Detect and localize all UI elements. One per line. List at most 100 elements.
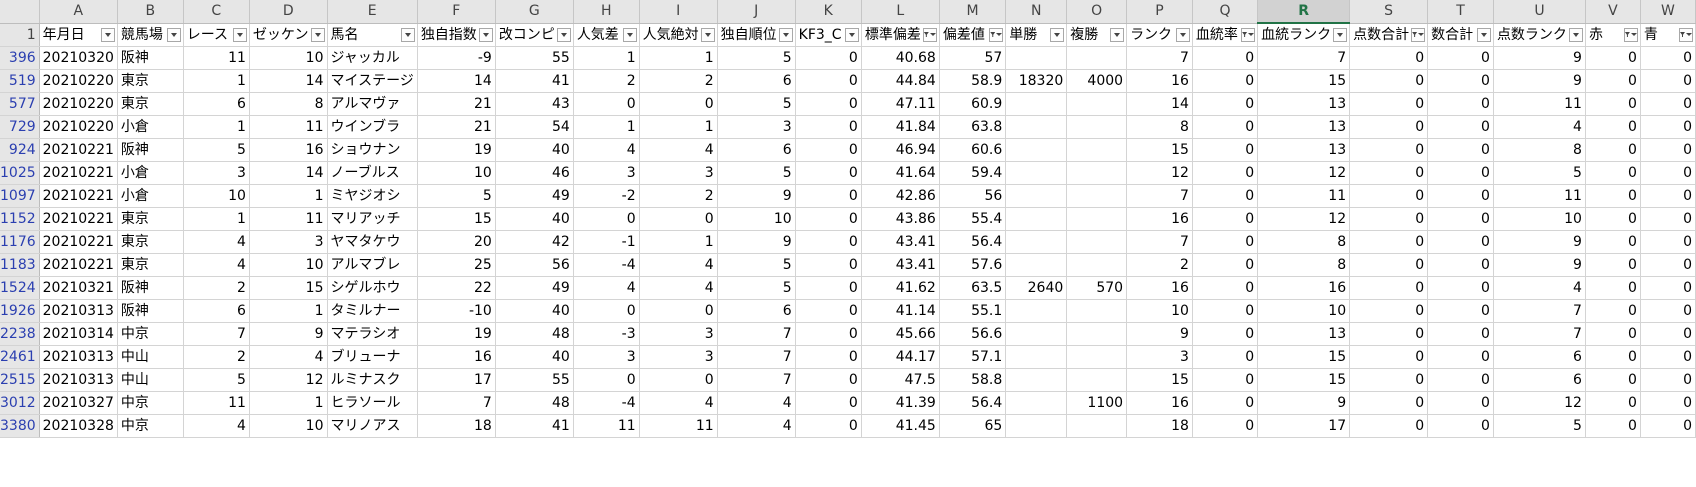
grid-cell[interactable]: 15 (417, 207, 496, 231)
grid-cell[interactable]: 0 (1427, 276, 1494, 300)
grid-cell[interactable]: 10 (249, 414, 328, 438)
grid-cell[interactable]: 8 (1257, 253, 1351, 277)
grid-cell[interactable]: 12 (1493, 391, 1586, 415)
grid-cell[interactable]: 0 (1585, 414, 1641, 438)
field-header-cell[interactable]: 人気差 (573, 23, 640, 47)
field-header-cell[interactable]: 複勝 (1066, 23, 1128, 47)
grid-cell[interactable]: 21 (417, 115, 496, 139)
grid-cell[interactable]: 4 (1493, 276, 1586, 300)
grid-cell[interactable]: マリアッチ (327, 207, 418, 231)
grid-cell[interactable]: 4 (639, 276, 718, 300)
grid-cell[interactable]: 0 (573, 368, 640, 392)
grid-cell[interactable]: 20210221 (39, 161, 118, 185)
grid-cell[interactable]: 東京 (117, 253, 184, 277)
grid-cell[interactable]: 20210221 (39, 253, 118, 277)
grid-cell[interactable]: 46 (495, 161, 574, 185)
grid-cell[interactable]: 16 (1126, 391, 1193, 415)
grid-cell[interactable]: 7 (183, 322, 250, 346)
grid-cell[interactable]: 56.4 (939, 230, 1007, 254)
grid-cell[interactable]: 49 (495, 276, 574, 300)
grid-cell[interactable]: 6 (1493, 368, 1586, 392)
grid-cell[interactable]: 10 (249, 46, 328, 70)
grid-cell[interactable] (1066, 299, 1128, 323)
grid-cell[interactable]: 0 (1427, 138, 1494, 162)
grid-cell[interactable]: 0 (1349, 322, 1429, 346)
grid-cell[interactable]: ウインブラ (327, 115, 418, 139)
grid-cell[interactable]: 20210313 (39, 345, 118, 369)
grid-cell[interactable]: 55.4 (939, 207, 1007, 231)
filter-dropdown-button[interactable] (478, 27, 493, 42)
grid-cell[interactable]: 4 (639, 391, 718, 415)
grid-cell[interactable]: 4 (639, 138, 718, 162)
column-header-v[interactable]: V (1585, 0, 1641, 24)
grid-cell[interactable]: 9 (249, 322, 328, 346)
grid-cell[interactable]: 0 (1192, 184, 1259, 208)
grid-cell[interactable]: 0 (1585, 138, 1641, 162)
grid-cell[interactable] (1066, 253, 1128, 277)
grid-cell[interactable]: 0 (1585, 161, 1641, 185)
grid-cell[interactable]: 57 (939, 46, 1007, 70)
row-header[interactable]: 924 (0, 138, 40, 162)
grid-cell[interactable]: 0 (795, 184, 862, 208)
grid-cell[interactable]: 18 (1126, 414, 1193, 438)
grid-cell[interactable]: ヒラソール (327, 391, 418, 415)
grid-cell[interactable]: 0 (1349, 138, 1429, 162)
grid-cell[interactable]: 16 (1126, 69, 1193, 93)
grid-cell[interactable]: 10 (1257, 299, 1351, 323)
grid-cell[interactable]: 4 (1493, 115, 1586, 139)
filter-dropdown-button[interactable] (400, 27, 415, 42)
grid-cell[interactable]: 20210220 (39, 69, 118, 93)
grid-cell[interactable]: 7 (1126, 184, 1193, 208)
grid-cell[interactable]: 0 (1427, 345, 1494, 369)
grid-cell[interactable]: 1 (639, 230, 718, 254)
grid-cell[interactable]: 0 (1349, 391, 1429, 415)
grid-cell[interactable]: 0 (1192, 276, 1259, 300)
grid-cell[interactable]: 44.17 (861, 345, 940, 369)
grid-cell[interactable]: 0 (1585, 391, 1641, 415)
filter-active-button[interactable] (1623, 27, 1638, 42)
grid-cell[interactable]: 0 (795, 391, 862, 415)
grid-cell[interactable] (1066, 161, 1128, 185)
grid-cell[interactable]: 20210313 (39, 299, 118, 323)
row-header[interactable]: 2238 (0, 322, 40, 346)
grid-cell[interactable]: 0 (1349, 161, 1429, 185)
grid-cell[interactable]: 56.6 (939, 322, 1007, 346)
grid-cell[interactable]: 0 (1349, 115, 1429, 139)
column-header-h[interactable]: H (573, 0, 640, 24)
grid-cell[interactable]: ショウナン (327, 138, 418, 162)
filter-dropdown-button[interactable] (622, 27, 637, 42)
grid-cell[interactable]: 5 (717, 253, 796, 277)
grid-cell[interactable]: 0 (1192, 391, 1259, 415)
grid-cell[interactable]: 63.8 (939, 115, 1007, 139)
grid-cell[interactable]: アルマヴァ (327, 92, 418, 116)
grid-cell[interactable]: マイステージ (327, 69, 418, 93)
grid-cell[interactable] (1005, 92, 1068, 116)
row-header[interactable]: 396 (0, 46, 40, 70)
field-header-cell[interactable]: 単勝 (1005, 23, 1068, 47)
grid-cell[interactable]: 19 (417, 138, 496, 162)
grid-cell[interactable]: 0 (573, 207, 640, 231)
grid-cell[interactable] (1005, 368, 1068, 392)
spreadsheet-grid[interactable]: A B C D E F G H I J K L M N O P Q R S T U V W 1 年月日 競馬場 レース ゼッケン 馬名独… (0, 0, 1696, 438)
grid-cell[interactable]: 13 (1257, 322, 1351, 346)
grid-cell[interactable]: 0 (1640, 230, 1696, 254)
grid-cell[interactable]: 0 (795, 46, 862, 70)
field-header-cell[interactable]: 人気絶対 (639, 23, 718, 47)
grid-cell[interactable]: 0 (1192, 138, 1259, 162)
column-header-i[interactable]: I (639, 0, 718, 24)
column-header-m[interactable]: M (939, 0, 1007, 24)
grid-cell[interactable]: -10 (417, 299, 496, 323)
grid-cell[interactable]: 中京 (117, 391, 184, 415)
column-header-p[interactable]: P (1126, 0, 1193, 24)
filter-dropdown-button[interactable] (1333, 28, 1348, 42)
grid-cell[interactable]: 0 (795, 368, 862, 392)
grid-cell[interactable]: シゲルホウ (327, 276, 418, 300)
row-header[interactable]: 1183 (0, 253, 40, 277)
grid-cell[interactable]: 41.64 (861, 161, 940, 185)
grid-cell[interactable] (1005, 46, 1068, 70)
grid-cell[interactable]: 0 (639, 92, 718, 116)
grid-cell[interactable]: 0 (1349, 92, 1429, 116)
grid-cell[interactable]: 0 (795, 322, 862, 346)
grid-cell[interactable]: 7 (1126, 230, 1193, 254)
grid-cell[interactable]: 8 (1257, 230, 1351, 254)
